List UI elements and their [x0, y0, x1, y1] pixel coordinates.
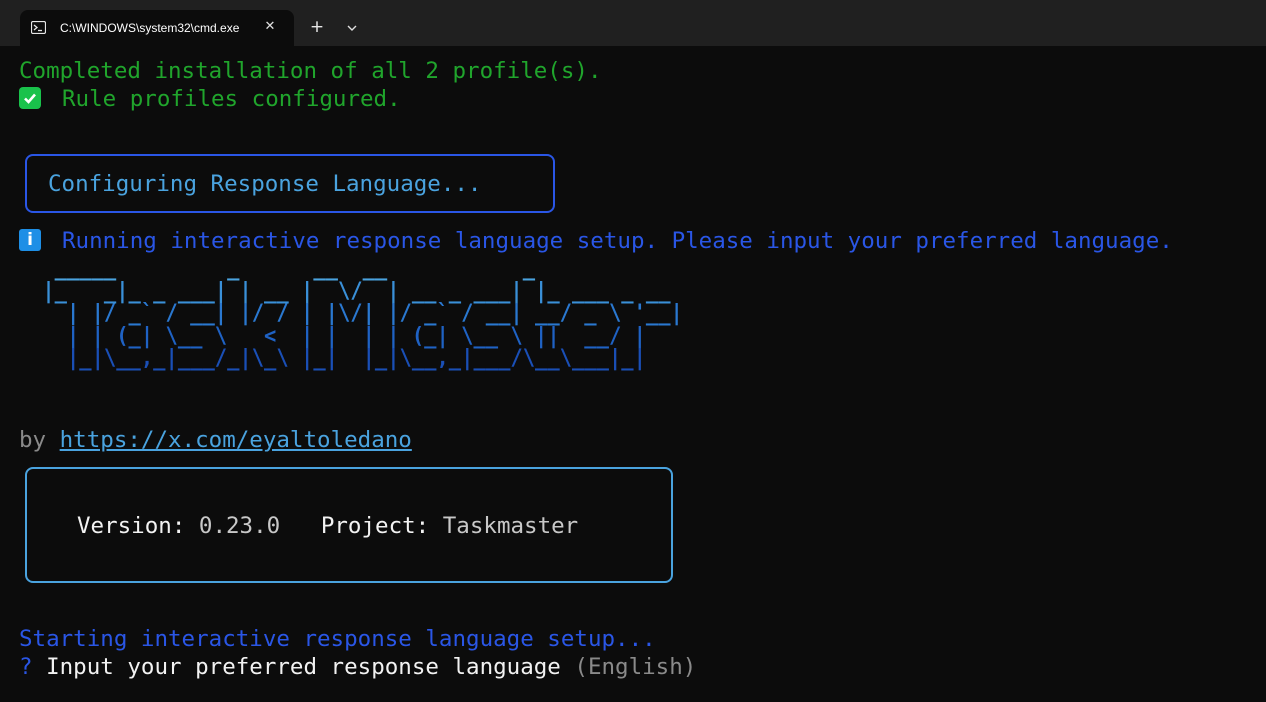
ascii-line: | |/ _` / __| |/ / | |\/| |/ _` / __| __… — [30, 301, 683, 326]
info-icon: i — [19, 229, 41, 251]
version-info-text: Version: 0.23.0 Project: Taskmaster — [77, 512, 578, 540]
author-line: by https://x.com/eyaltoledano — [19, 426, 412, 454]
project-label: Project: — [280, 513, 443, 539]
language-prompt[interactable]: ? Input your preferred response language… — [19, 653, 696, 681]
starting-setup-line: Starting interactive response language s… — [19, 626, 656, 652]
prompt-question-mark: ? — [19, 654, 33, 680]
close-icon[interactable]: ✕ — [261, 18, 279, 36]
ascii-line: |_ _|_ _ ___| | __ | \/ | __ _ ___| |_ _… — [30, 278, 671, 304]
ascii-line: _____ _ __ __ _ — [30, 256, 536, 281]
ascii-line: |_|\__,_|___/_|\_\ |_| |_|\__,_|___/\__\… — [30, 346, 646, 371]
profiles-configured-text: Rule profiles configured. — [62, 86, 401, 112]
install-complete-line: Completed installation of all 2 profile(… — [19, 58, 602, 84]
version-info-box: Version: 0.23.0 Project: Taskmaster — [25, 467, 673, 583]
tab-title: C:\WINDOWS\system32\cmd.exe — [60, 21, 240, 35]
powershell-terminal-icon — [31, 21, 46, 34]
configuring-language-box: Configuring Response Language... — [25, 154, 555, 213]
project-value: Taskmaster — [442, 513, 579, 539]
by-label: by — [19, 427, 60, 453]
profiles-configured-line: Rule profiles configured. — [19, 85, 401, 113]
version-value: 0.23.0 — [198, 513, 281, 539]
prompt-default-value: (English) — [574, 654, 697, 680]
info-text: Running interactive response language se… — [62, 228, 1173, 254]
prompt-text: Input your preferred response language — [32, 654, 575, 680]
title-bar: C:\WINDOWS\system32\cmd.exe ✕ + — [0, 0, 1266, 46]
info-line: i Running interactive response language s… — [19, 227, 1173, 255]
author-link[interactable]: https://x.com/eyaltoledano — [60, 427, 412, 453]
terminal-tab[interactable]: C:\WINDOWS\system32\cmd.exe ✕ — [20, 10, 294, 46]
check-mark-icon — [19, 87, 41, 109]
taskmaster-ascii-banner: _____ _ __ __ _ |_ _|_ _ ___| | __ | \/ … — [30, 256, 683, 371]
chevron-down-icon[interactable] — [342, 17, 362, 39]
version-label: Version: — [77, 513, 199, 539]
new-tab-button[interactable]: + — [306, 16, 328, 38]
configuring-language-text: Configuring Response Language... — [48, 171, 482, 197]
ascii-line: | | (_| \__ \ < | | | | (_| \__ \ || __/… — [30, 323, 646, 349]
